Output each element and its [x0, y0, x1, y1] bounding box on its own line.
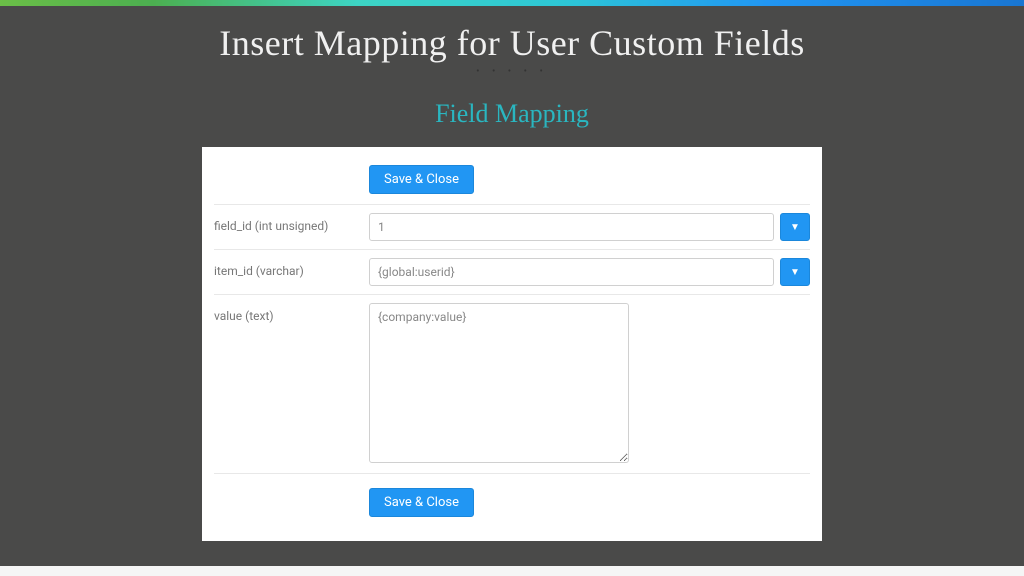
- item-id-dropdown-button[interactable]: ▼: [780, 258, 810, 286]
- value-textarea[interactable]: [369, 303, 629, 463]
- form-row-field-id: field_id (int unsigned) ▼: [214, 205, 810, 250]
- main-content-area: Insert Mapping for User Custom Fields • …: [0, 6, 1024, 566]
- form-row-value: value (text): [214, 295, 810, 471]
- field-id-input[interactable]: [369, 213, 774, 241]
- empty-label: [214, 165, 369, 171]
- form-row-item-id: item_id (varchar) ▼: [214, 250, 810, 295]
- field-id-label: field_id (int unsigned): [214, 213, 369, 233]
- triangle-down-icon: ▼: [790, 267, 800, 278]
- save-close-button-top[interactable]: Save & Close: [369, 165, 474, 194]
- page-title: Insert Mapping for User Custom Fields: [0, 22, 1024, 64]
- decorative-dots: • • • • •: [0, 66, 1024, 77]
- item-id-label: item_id (varchar): [214, 258, 369, 278]
- value-label: value (text): [214, 303, 369, 323]
- item-id-input[interactable]: [369, 258, 774, 286]
- save-close-button-bottom[interactable]: Save & Close: [369, 488, 474, 517]
- form-panel: Save & Close field_id (int unsigned) ▼ i…: [202, 147, 822, 541]
- field-id-dropdown-button[interactable]: ▼: [780, 213, 810, 241]
- triangle-down-icon: ▼: [790, 222, 800, 233]
- bottom-button-row: Save & Close: [214, 473, 810, 525]
- empty-label: [214, 488, 369, 494]
- subtitle: Field Mapping: [0, 99, 1024, 129]
- top-button-row: Save & Close: [214, 157, 810, 205]
